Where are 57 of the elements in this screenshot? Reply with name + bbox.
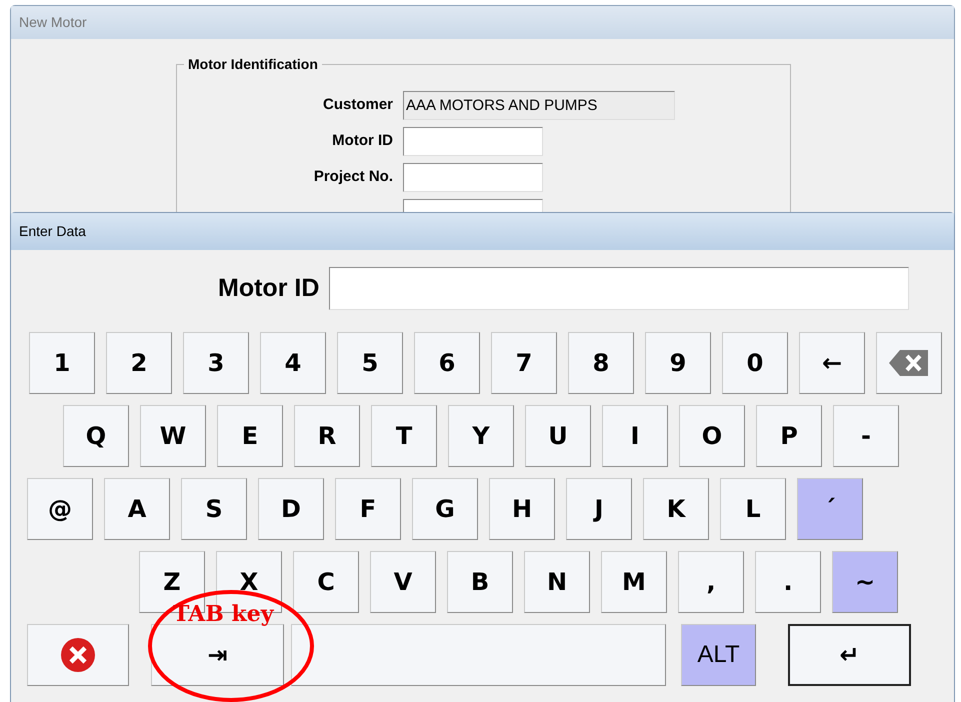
keyboard-key[interactable]: H	[489, 478, 555, 540]
keyboard-key[interactable]: 0	[722, 332, 788, 394]
keyboard-key[interactable]: B	[447, 551, 513, 613]
field-label: Customer	[322, 95, 393, 116]
keyboard-key[interactable]: U	[525, 405, 591, 467]
keyboard-key[interactable]: R	[294, 405, 360, 467]
field-label: Project No.	[314, 167, 393, 188]
keyboard-key[interactable]: 7	[491, 332, 557, 394]
keyboard-key[interactable]: J	[566, 478, 632, 540]
backspace-key[interactable]	[876, 332, 942, 394]
keyboard-key[interactable]: L	[720, 478, 786, 540]
keyboard-key[interactable]: C	[293, 551, 359, 613]
keyboard-key[interactable]: @	[27, 478, 93, 540]
keyboard-key[interactable]: I	[602, 405, 668, 467]
enter-key[interactable]: ↵	[788, 624, 911, 686]
field-label: Motor ID	[332, 131, 393, 152]
window-title: Enter Data	[19, 222, 86, 241]
keyboard-key[interactable]: 6	[414, 332, 480, 394]
keyboard-key[interactable]: W	[140, 405, 206, 467]
keyboard-key[interactable]: Y	[448, 405, 514, 467]
alt-key[interactable]: ALT	[681, 624, 756, 686]
keyboard-key[interactable]: ~	[832, 551, 898, 613]
keyboard-key[interactable]: 5	[337, 332, 403, 394]
keyboard-key[interactable]: Q	[63, 405, 129, 467]
keyboard-key[interactable]: 4	[260, 332, 326, 394]
keyboard-key[interactable]: -	[833, 405, 899, 467]
keyboard-key[interactable]: E	[217, 405, 283, 467]
space-key[interactable]	[291, 624, 666, 686]
close-icon	[60, 637, 96, 673]
keyboard-key[interactable]: D	[258, 478, 324, 540]
keyboard-key[interactable]: 9	[645, 332, 711, 394]
keyboard-key[interactable]: G	[412, 478, 478, 540]
keyboard-key[interactable]: F	[335, 478, 401, 540]
keyboard-key[interactable]: V	[370, 551, 436, 613]
cancel-key[interactable]	[27, 624, 129, 686]
keyboard-key[interactable]: O	[679, 405, 745, 467]
text-field[interactable]	[403, 163, 543, 192]
window-title: New Motor	[19, 13, 87, 32]
keyboard-key[interactable]: 3	[183, 332, 249, 394]
keyboard-key[interactable]: P	[756, 405, 822, 467]
keyboard-key[interactable]: K	[643, 478, 709, 540]
keyboard-key[interactable]: A	[104, 478, 170, 540]
keyboard-key[interactable]: ´	[797, 478, 863, 540]
text-field[interactable]	[403, 127, 543, 156]
keyboard-key[interactable]: ,	[678, 551, 744, 613]
keyboard-key[interactable]: N	[524, 551, 590, 613]
keyboard-key[interactable]: 8	[568, 332, 634, 394]
keyboard-key[interactable]: 2	[106, 332, 172, 394]
keyboard-key[interactable]: T	[371, 405, 437, 467]
keyboard-key[interactable]: .	[755, 551, 821, 613]
input-field[interactable]	[329, 267, 910, 310]
backspace-icon	[888, 349, 930, 377]
field-label: Motor ID	[218, 272, 320, 304]
keyboard-key[interactable]: 1	[29, 332, 95, 394]
keyboard-key[interactable]: M	[601, 551, 667, 613]
keyboard-key[interactable]: ←	[799, 332, 865, 394]
keyboard-key[interactable]: S	[181, 478, 247, 540]
